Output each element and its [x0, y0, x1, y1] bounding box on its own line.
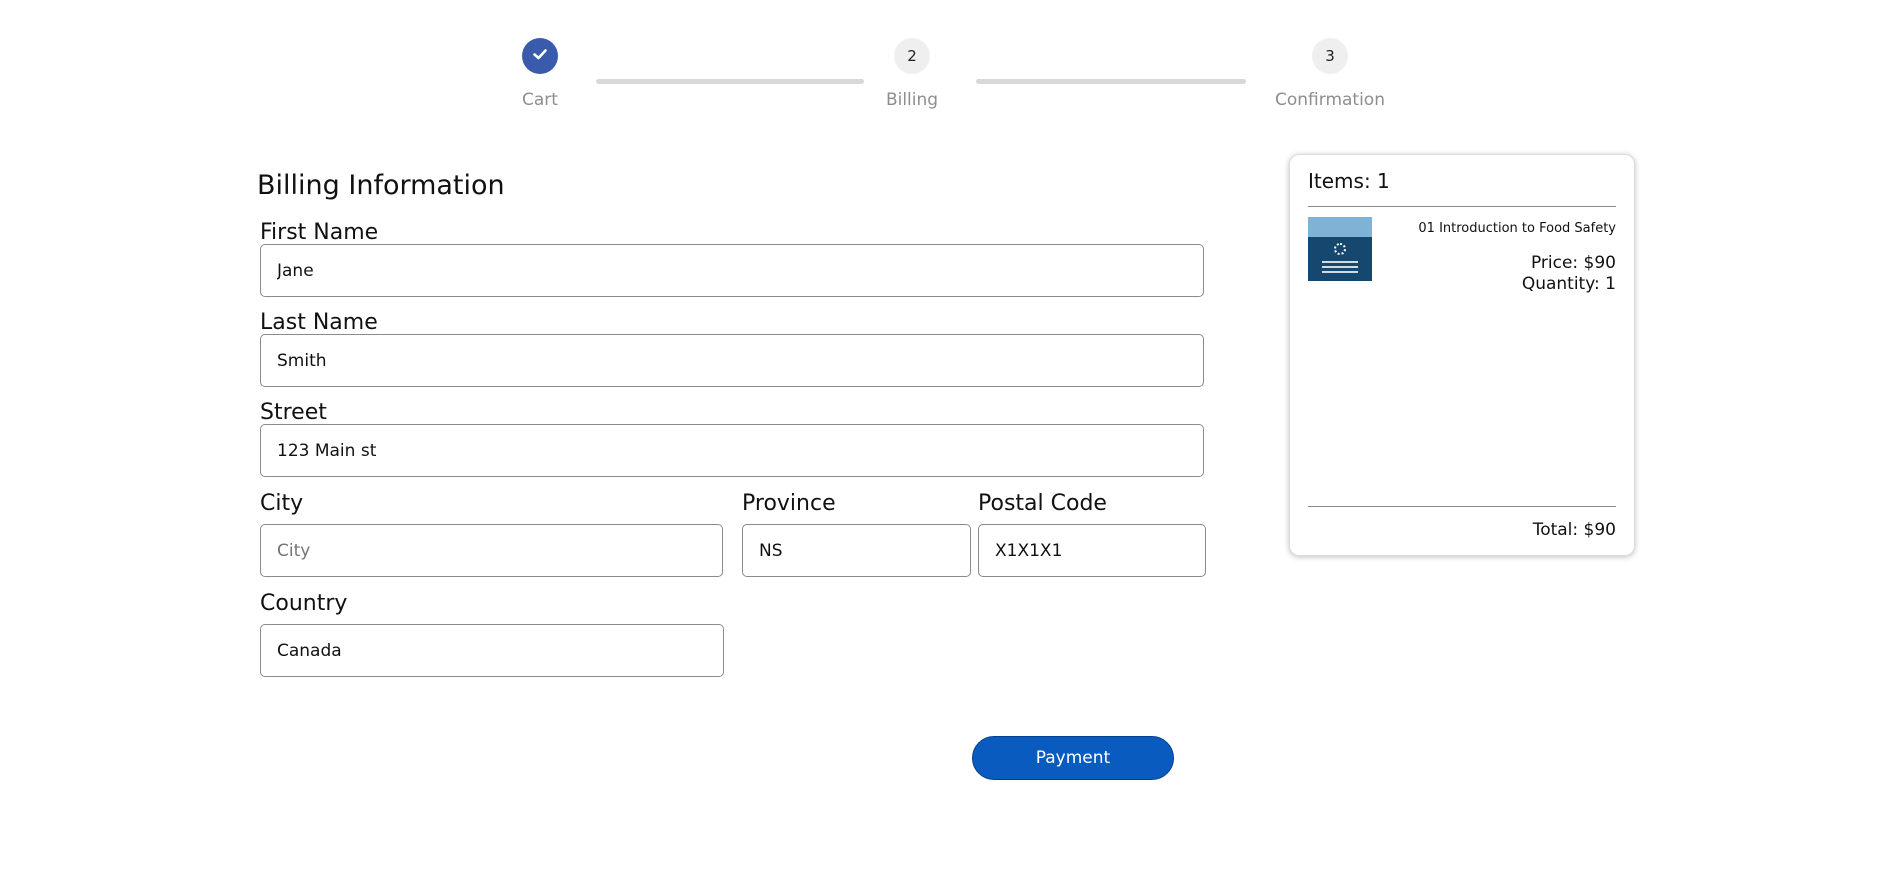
- step-number-billing: 2: [894, 38, 930, 74]
- step-confirmation: 3 Confirmation: [1260, 38, 1400, 110]
- thumbnail-text-lines: [1322, 261, 1358, 276]
- street-field[interactable]: [260, 424, 1204, 477]
- thumbnail-banner: [1308, 217, 1372, 237]
- street-label: Street: [260, 400, 327, 425]
- last-name-field[interactable]: [260, 334, 1204, 387]
- last-name-label: Last Name: [260, 310, 378, 335]
- city-label: City: [260, 491, 304, 516]
- item-price: Price: $90: [1530, 253, 1616, 273]
- checkmark-icon: [531, 45, 549, 67]
- province-label: Province: [742, 491, 836, 516]
- item-name[interactable]: 01 Introduction to Food Safety: [1418, 221, 1616, 236]
- page-title: Billing Information: [257, 170, 505, 201]
- item-quantity: Quantity: 1: [1521, 274, 1616, 294]
- step-connector: [596, 79, 864, 84]
- course-thumbnail[interactable]: [1308, 217, 1372, 281]
- first-name-label: First Name: [260, 220, 379, 245]
- divider: [1308, 506, 1616, 507]
- sun-icon: [1334, 243, 1346, 255]
- step-connector: [976, 79, 1246, 84]
- step-number-confirmation: 3: [1312, 38, 1348, 74]
- order-total: Total: $90: [1532, 520, 1616, 540]
- payment-button[interactable]: Payment: [972, 736, 1174, 780]
- country-label: Country: [260, 591, 348, 616]
- step-complete-check: [522, 38, 558, 74]
- step-label-billing: Billing: [885, 90, 939, 110]
- step-billing: 2 Billing: [842, 38, 982, 110]
- postal-code-field[interactable]: [978, 524, 1206, 577]
- province-field[interactable]: [742, 524, 971, 577]
- first-name-field[interactable]: [260, 244, 1204, 297]
- divider: [1308, 206, 1616, 207]
- checkout-stepper: Cart 2 Billing 3 Confirmation: [0, 38, 1887, 118]
- city-field[interactable]: [260, 524, 723, 577]
- postal-code-label: Postal Code: [978, 491, 1107, 516]
- country-field[interactable]: [260, 624, 724, 677]
- items-count: Items: 1: [1308, 169, 1390, 193]
- step-label-confirmation: Confirmation: [1275, 90, 1385, 110]
- step-label-cart: Cart: [522, 90, 558, 110]
- step-cart: Cart: [470, 38, 610, 110]
- order-summary: Items: 1 01 Introduction to Food Safety …: [1289, 154, 1635, 556]
